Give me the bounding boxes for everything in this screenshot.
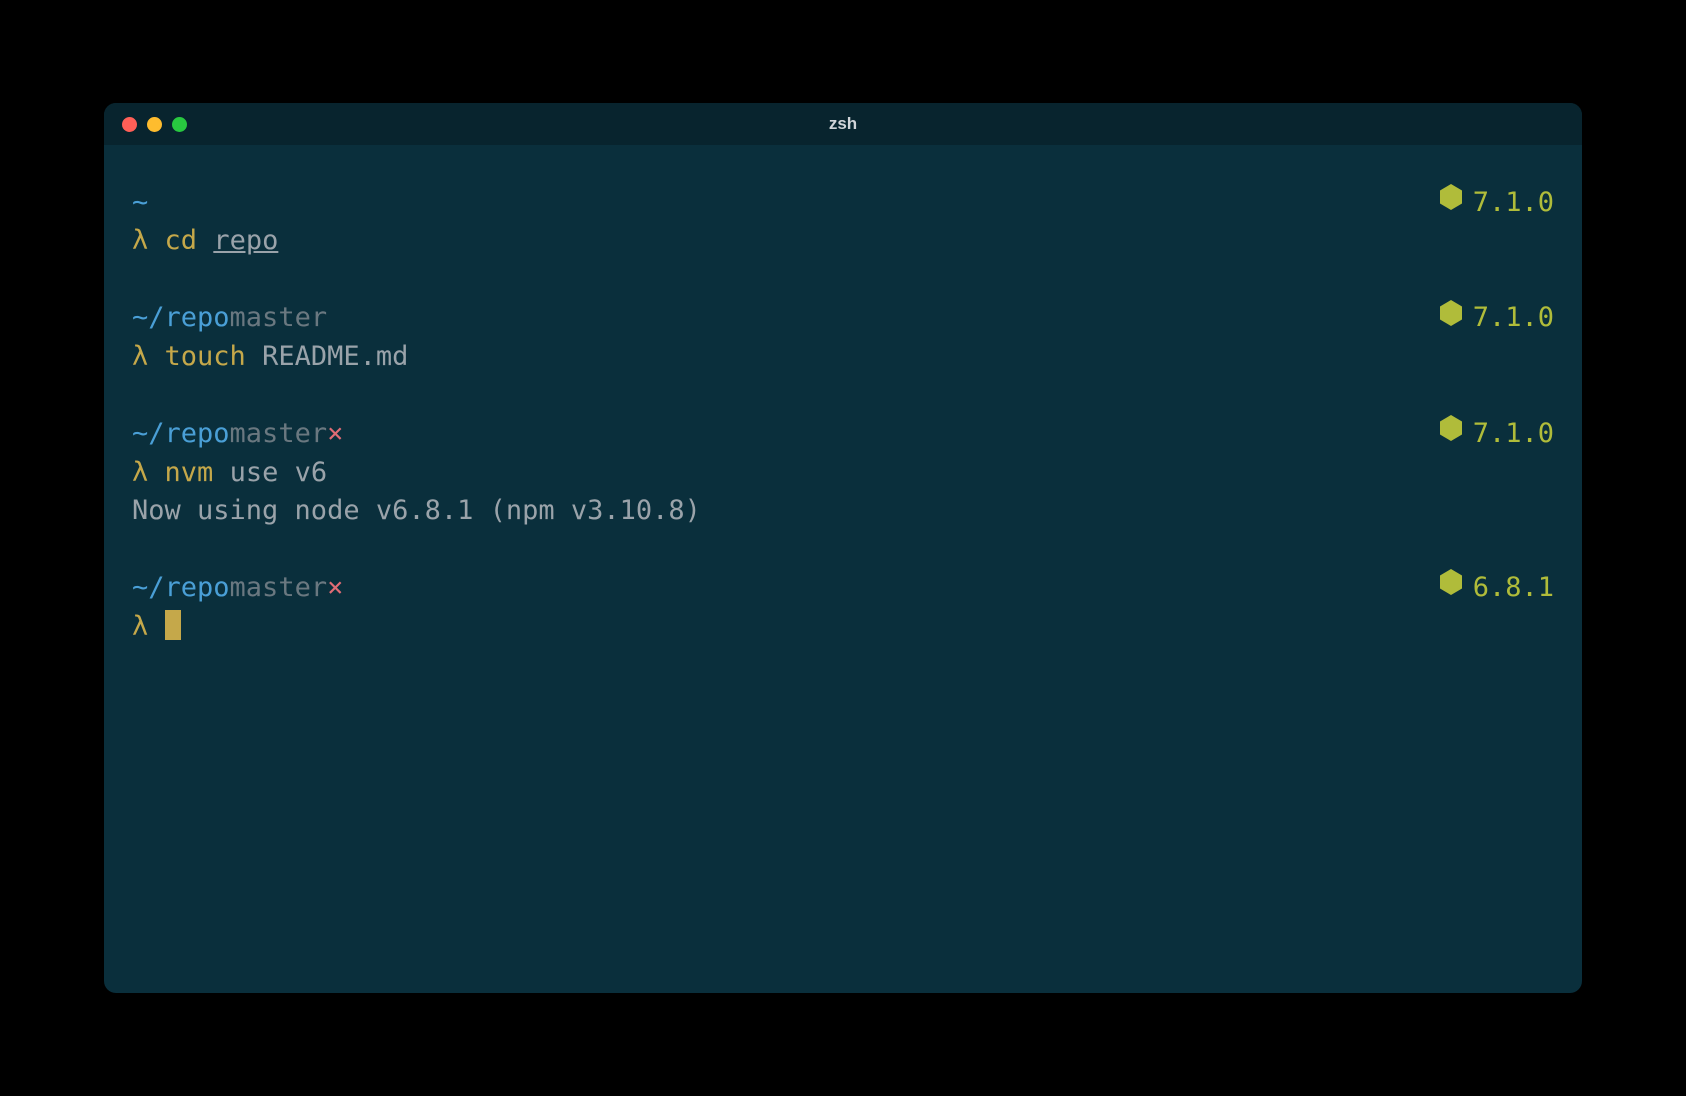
cwd-path: ~ — [132, 184, 148, 222]
node-hex-icon — [1439, 299, 1463, 338]
git-branch: master — [230, 299, 328, 337]
command-line: λ touch README.md — [132, 338, 1554, 376]
maximize-button[interactable] — [172, 117, 187, 132]
window-title: zsh — [829, 114, 857, 134]
git-dirty-mark: × — [327, 415, 343, 453]
cmd-token — [197, 225, 213, 256]
prompt-lambda: λ — [132, 225, 148, 256]
prompt-block: ~/repo master × 6.8.1 λ — [132, 568, 1554, 646]
node-version: 7.1.0 — [1473, 299, 1554, 337]
cmd-token: touch — [165, 341, 246, 372]
node-version: 7.1.0 — [1473, 184, 1554, 222]
git-dirty-mark: × — [327, 569, 343, 607]
prompt-block: ~/repo master × 7.1.0 λ nvm use v6 Now u… — [132, 414, 1554, 530]
cursor-block-icon — [165, 610, 181, 640]
status-line: ~/repo master 7.1.0 — [132, 299, 1554, 338]
cmd-token: use v6 — [213, 457, 327, 488]
prompt-lambda: λ — [132, 457, 148, 488]
status-line: ~ 7.1.0 — [132, 183, 1554, 222]
status-right: 7.1.0 — [1439, 414, 1554, 453]
cwd-path: ~/repo — [132, 299, 230, 337]
status-right: 6.8.1 — [1439, 568, 1554, 607]
status-right: 7.1.0 — [1439, 299, 1554, 338]
status-left: ~ — [132, 184, 148, 222]
cwd-path: ~/repo — [132, 415, 230, 453]
title-bar: zsh — [104, 103, 1582, 145]
command-output: Now using node v6.8.1 (npm v3.10.8) — [132, 492, 1554, 530]
cwd-path: ~/repo — [132, 569, 230, 607]
traffic-lights — [122, 117, 187, 132]
prompt-lambda: λ — [132, 611, 148, 642]
node-version: 7.1.0 — [1473, 415, 1554, 453]
prompt-block: ~ 7.1.0 λ cd repo — [132, 183, 1554, 261]
terminal-window: zsh ~ 7.1.0 λ cd repo ~/repo master — [104, 103, 1582, 993]
status-line: ~/repo master × 6.8.1 — [132, 568, 1554, 607]
status-left: ~/repo master × — [132, 415, 343, 453]
git-branch: master — [230, 415, 328, 453]
node-hex-icon — [1439, 414, 1463, 453]
node-hex-icon — [1439, 183, 1463, 222]
prompt-lambda: λ — [132, 341, 148, 372]
command-line: λ cd repo — [132, 222, 1554, 260]
status-right: 7.1.0 — [1439, 183, 1554, 222]
cmd-token: nvm — [165, 457, 214, 488]
minimize-button[interactable] — [147, 117, 162, 132]
cmd-token: README.md — [246, 341, 409, 372]
cmd-token: repo — [213, 225, 278, 256]
prompt-block: ~/repo master 7.1.0 λ touch README.md — [132, 299, 1554, 377]
terminal-body[interactable]: ~ 7.1.0 λ cd repo ~/repo master 7.1.0 — [104, 145, 1582, 722]
cmd-token: cd — [165, 225, 198, 256]
node-version: 6.8.1 — [1473, 569, 1554, 607]
status-line: ~/repo master × 7.1.0 — [132, 414, 1554, 453]
status-left: ~/repo master × — [132, 569, 343, 607]
command-line: λ nvm use v6 — [132, 454, 1554, 492]
git-branch: master — [230, 569, 328, 607]
command-line[interactable]: λ — [132, 608, 1554, 646]
close-button[interactable] — [122, 117, 137, 132]
status-left: ~/repo master — [132, 299, 327, 337]
node-hex-icon — [1439, 568, 1463, 607]
